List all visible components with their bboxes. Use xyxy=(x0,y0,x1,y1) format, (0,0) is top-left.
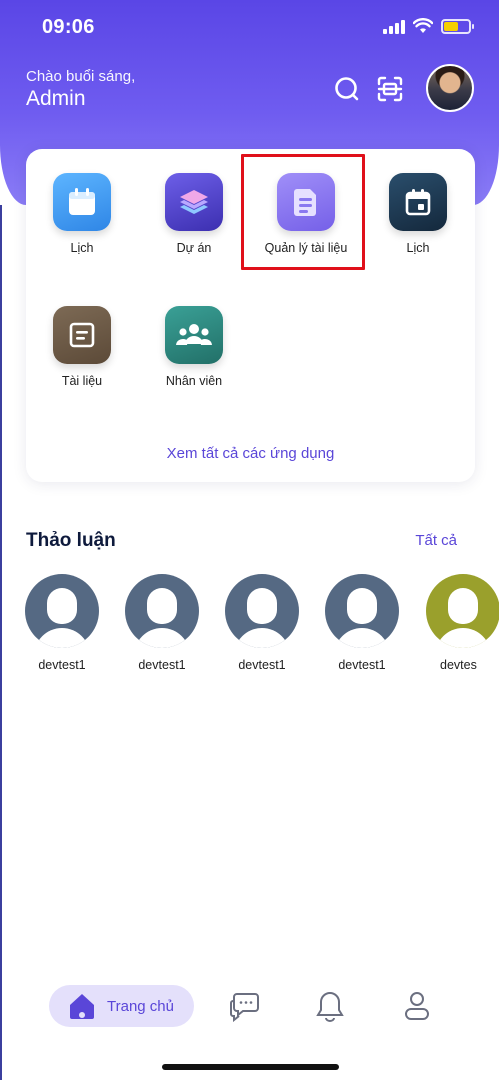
battery-icon xyxy=(441,18,474,34)
app-label: Tài liệu xyxy=(61,374,103,388)
app-calendar[interactable]: Lịch xyxy=(26,173,138,255)
calendar-dark-icon xyxy=(389,173,447,231)
discussion-name: devtes xyxy=(440,658,477,672)
see-all-apps-link[interactable]: Xem tất cả các ứng dụng xyxy=(26,445,475,462)
app-label: Dự án xyxy=(176,241,212,255)
document-icon xyxy=(277,173,335,231)
discussion-item[interactable]: devtes xyxy=(416,574,499,672)
note-icon xyxy=(53,306,111,364)
app-documents[interactable]: Tài liệu xyxy=(26,306,138,388)
app-label: Lịch xyxy=(70,241,94,255)
discussion-item[interactable]: devtest1 xyxy=(212,574,312,672)
app-projects[interactable]: Dự án xyxy=(138,173,250,255)
nav-home[interactable]: Trang chủ xyxy=(49,985,194,1027)
avatar xyxy=(426,574,499,648)
user-name: Admin xyxy=(26,87,86,110)
wifi-icon xyxy=(413,18,433,33)
people-icon xyxy=(165,306,223,364)
bell-icon[interactable] xyxy=(313,989,347,1023)
app-calendar-2[interactable]: Lịch xyxy=(362,173,474,255)
status-time: 09:06 xyxy=(42,16,95,38)
app-label: Nhân viên xyxy=(165,374,223,388)
greeting: Chào buổi sáng, Admin xyxy=(26,68,135,111)
discussions-see-all-link[interactable]: Tất cả xyxy=(415,532,457,549)
home-indicator xyxy=(162,1064,339,1070)
app-label: Quản lý tài liệu xyxy=(264,241,348,255)
discussion-name: devtest1 xyxy=(338,658,386,672)
status-bar: 09:06 xyxy=(0,0,499,52)
discussion-item[interactable]: devtest1 xyxy=(312,574,412,672)
discussion-name: devtest1 xyxy=(138,658,186,672)
status-icons xyxy=(383,18,474,34)
discussion-name: devtest1 xyxy=(238,658,286,672)
apps-card: Lịch Dự án Quản lý tài liệu Lịch Tài liệ… xyxy=(26,149,475,482)
user-avatar[interactable] xyxy=(426,64,474,112)
layers-icon xyxy=(165,173,223,231)
scan-icon[interactable] xyxy=(375,74,405,104)
search-icon[interactable] xyxy=(332,74,362,104)
calendar-icon xyxy=(53,173,111,231)
discussions-list: devtest1 devtest1 devtest1 devtest1 devt… xyxy=(0,574,499,674)
app-label: Lịch xyxy=(406,241,430,255)
app-document-management[interactable]: Quản lý tài liệu xyxy=(250,173,362,255)
discussion-item[interactable]: devtest1 xyxy=(112,574,212,672)
discussion-item[interactable]: devtest1 xyxy=(12,574,112,672)
app-employees[interactable]: Nhân viên xyxy=(138,306,250,388)
greeting-text: Chào buổi sáng, xyxy=(26,68,136,85)
avatar xyxy=(325,574,399,648)
chat-icon[interactable] xyxy=(228,989,262,1023)
avatar xyxy=(225,574,299,648)
nav-home-label: Trang chủ xyxy=(107,997,174,1015)
avatar xyxy=(25,574,99,648)
profile-icon[interactable] xyxy=(400,989,434,1023)
discussions-title: Thảo luận xyxy=(26,530,116,551)
bottom-nav: Trang chủ xyxy=(0,980,499,1040)
discussion-name: devtest1 xyxy=(38,658,86,672)
home-icon xyxy=(70,994,94,1019)
avatar xyxy=(125,574,199,648)
signal-icon xyxy=(383,18,405,34)
